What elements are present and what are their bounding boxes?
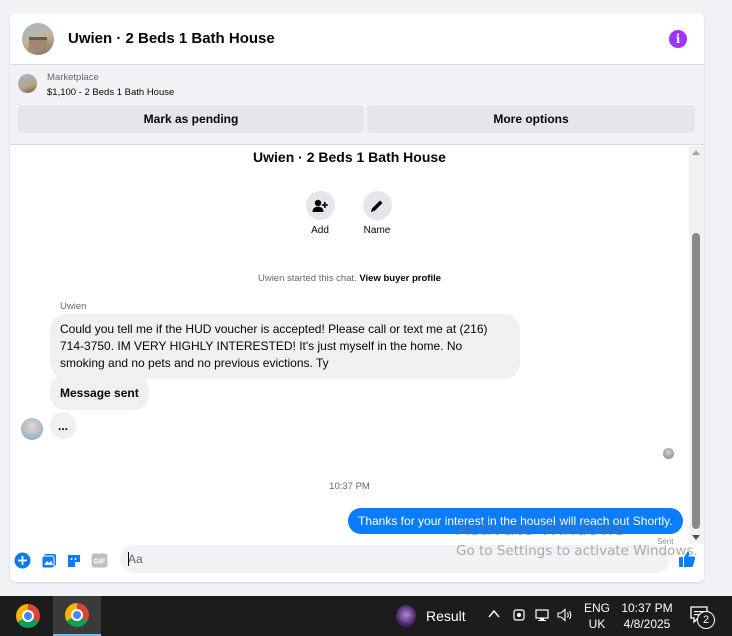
gif-label: GIF bbox=[94, 559, 106, 566]
photo-icon[interactable] bbox=[40, 552, 57, 569]
chat-window: Uwien · 2 Beds 1 Bath House i Marketplac… bbox=[10, 13, 704, 582]
seen-avatar bbox=[663, 448, 674, 459]
name-action[interactable]: Name bbox=[347, 191, 407, 236]
chat-started-text: Uwien started this chat. bbox=[257, 273, 357, 284]
notification-count-badge: 2 bbox=[697, 611, 715, 629]
result-label[interactable]: Result bbox=[426, 608, 466, 624]
clock-date: 4/8/2025 bbox=[623, 617, 671, 631]
message-input[interactable] bbox=[128, 545, 628, 573]
name-label: Name bbox=[363, 225, 391, 236]
clock-time: 10:37 PM bbox=[621, 601, 673, 615]
incoming-message[interactable]: Could you tell me if the HUD voucher is … bbox=[50, 314, 520, 379]
auto-reply-message[interactable]: Message sent bbox=[50, 375, 149, 410]
meet-now-icon[interactable] bbox=[512, 608, 526, 625]
chrome-profile-icon bbox=[65, 603, 89, 627]
info-icon[interactable]: i bbox=[669, 30, 687, 48]
listing-source: Marketplace bbox=[47, 72, 99, 83]
mark-as-pending-button[interactable]: Mark as pending bbox=[18, 105, 364, 133]
pencil-icon[interactable] bbox=[362, 191, 392, 220]
scrollbar-thumb[interactable] bbox=[692, 233, 700, 529]
text-caret bbox=[128, 552, 129, 566]
add-person-icon[interactable] bbox=[305, 191, 335, 220]
chevron-up-icon[interactable] bbox=[488, 607, 500, 624]
add-action[interactable]: Add bbox=[290, 191, 350, 236]
region-code: UK bbox=[588, 617, 606, 631]
listing-banner: Marketplace $1,100 - 2 Beds 1 Bath House… bbox=[10, 65, 704, 145]
language-code: ENG bbox=[583, 601, 610, 615]
more-options-button[interactable]: More options bbox=[367, 105, 695, 133]
system-clock[interactable]: 10:37 PM 4/8/2025 bbox=[618, 600, 676, 632]
conversation-title: Uwien · 2 Beds 1 Bath House bbox=[253, 149, 446, 165]
composer: GIF bbox=[10, 544, 704, 582]
like-icon[interactable] bbox=[678, 550, 696, 568]
chrome-icon bbox=[16, 604, 40, 628]
scroll-up-arrow-icon[interactable] bbox=[692, 150, 700, 155]
language-indicator[interactable]: ENG UK bbox=[583, 600, 611, 632]
chat-title[interactable]: Uwien · 2 Beds 1 Bath House bbox=[68, 30, 275, 47]
listing-avatar[interactable] bbox=[22, 22, 54, 55]
message-timestamp: 10:37 PM bbox=[329, 481, 370, 492]
message-list: Uwien · 2 Beds 1 Bath House Add Name Uwi… bbox=[10, 146, 704, 546]
taskbar-chrome-profile-app[interactable] bbox=[53, 596, 101, 636]
taskbar: Result ENG UK 10:37 PM 4/8/2025 2 bbox=[0, 596, 732, 636]
outgoing-message[interactable]: Thanks for your interest in the houseI w… bbox=[348, 508, 683, 534]
typing-indicator: ... bbox=[50, 412, 76, 439]
scrollbar[interactable] bbox=[689, 146, 704, 544]
scroll-down-arrow-icon[interactable] bbox=[692, 535, 700, 540]
chat-started-notice: Uwien started this chat. View buyer prof… bbox=[10, 273, 689, 284]
chat-header: Uwien · 2 Beds 1 Bath House i bbox=[10, 13, 704, 65]
sender-name: Uwien bbox=[60, 301, 87, 312]
network-icon[interactable] bbox=[535, 608, 551, 625]
add-icon[interactable] bbox=[14, 552, 31, 569]
view-buyer-profile-link[interactable]: View buyer profile bbox=[359, 273, 441, 284]
volume-icon[interactable] bbox=[557, 608, 573, 625]
listing-title[interactable]: $1,100 - 2 Beds 1 Bath House bbox=[47, 87, 174, 98]
sender-avatar[interactable] bbox=[21, 418, 43, 440]
message-input-box[interactable] bbox=[120, 545, 670, 573]
gif-icon[interactable]: GIF bbox=[91, 552, 108, 569]
result-app-icon[interactable] bbox=[396, 605, 416, 627]
sticker-icon[interactable] bbox=[65, 552, 82, 569]
taskbar-chrome-app[interactable] bbox=[4, 596, 52, 636]
add-label: Add bbox=[311, 225, 329, 236]
listing-thumbnail[interactable] bbox=[18, 74, 37, 93]
